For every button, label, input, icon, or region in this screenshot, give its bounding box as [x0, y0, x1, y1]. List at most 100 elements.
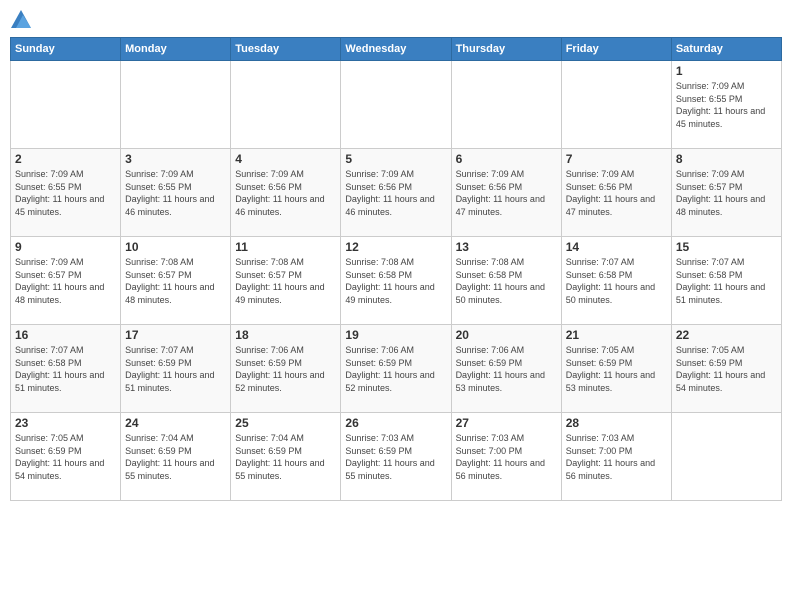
day-number: 6 — [456, 152, 557, 166]
day-number: 11 — [235, 240, 336, 254]
day-number: 24 — [125, 416, 226, 430]
day-number: 4 — [235, 152, 336, 166]
calendar-week-row: 2 Sunrise: 7:09 AMSunset: 6:55 PMDaylight… — [11, 149, 782, 237]
calendar-cell: 26Sunrise: 7:03 AMSunset: 6:59 PMDayligh… — [341, 413, 451, 501]
day-info: Sunrise: 7:07 AMSunset: 6:58 PMDaylight:… — [566, 256, 667, 306]
calendar-cell: 11 Sunrise: 7:08 AMSunset: 6:57 PMDayligh… — [231, 237, 341, 325]
day-number: 17 — [125, 328, 226, 342]
calendar-cell: 12Sunrise: 7:08 AMSunset: 6:58 PMDayligh… — [341, 237, 451, 325]
calendar-cell: 3 Sunrise: 7:09 AMSunset: 6:55 PMDaylight… — [121, 149, 231, 237]
day-info: Sunrise: 7:09 AMSunset: 6:56 PMDaylight:… — [566, 168, 667, 218]
calendar-cell — [231, 61, 341, 149]
calendar-week-row: 16 Sunrise: 7:07 AMSunset: 6:58 PMDayligh… — [11, 325, 782, 413]
calendar-cell — [671, 413, 781, 501]
day-number: 20 — [456, 328, 557, 342]
page-header — [10, 10, 782, 29]
calendar-cell: 14 Sunrise: 7:07 AMSunset: 6:58 PMDayligh… — [561, 237, 671, 325]
day-info: Sunrise: 7:06 AMSunset: 6:59 PMDaylight:… — [235, 344, 336, 394]
day-number: 13 — [456, 240, 557, 254]
day-info: Sunrise: 7:09 AMSunset: 6:56 PMDaylight:… — [235, 168, 336, 218]
day-info: Sunrise: 7:09 AMSunset: 6:55 PMDaylight:… — [676, 80, 777, 130]
weekday-header: Tuesday — [231, 38, 341, 61]
day-info: Sunrise: 7:04 AMSunset: 6:59 PMDaylight:… — [235, 432, 336, 482]
day-info: Sunrise: 7:03 AMSunset: 7:00 PMDaylight:… — [566, 432, 667, 482]
day-number: 14 — [566, 240, 667, 254]
day-number: 22 — [676, 328, 777, 342]
day-number: 1 — [676, 64, 777, 78]
calendar-cell — [121, 61, 231, 149]
day-info: Sunrise: 7:08 AMSunset: 6:58 PMDaylight:… — [456, 256, 557, 306]
weekday-header: Thursday — [451, 38, 561, 61]
calendar-cell: 23 Sunrise: 7:05 AMSunset: 6:59 PMDayligh… — [11, 413, 121, 501]
day-info: Sunrise: 7:06 AMSunset: 6:59 PMDaylight:… — [456, 344, 557, 394]
day-info: Sunrise: 7:04 AMSunset: 6:59 PMDaylight:… — [125, 432, 226, 482]
day-info: Sunrise: 7:08 AMSunset: 6:57 PMDaylight:… — [235, 256, 336, 306]
logo — [10, 10, 31, 29]
logo-icon — [11, 10, 31, 28]
day-number: 15 — [676, 240, 777, 254]
day-number: 25 — [235, 416, 336, 430]
day-info: Sunrise: 7:07 AMSunset: 6:58 PMDaylight:… — [676, 256, 777, 306]
calendar-cell: 1 Sunrise: 7:09 AMSunset: 6:55 PMDaylight… — [671, 61, 781, 149]
day-info: Sunrise: 7:03 AMSunset: 7:00 PMDaylight:… — [456, 432, 557, 482]
weekday-header: Saturday — [671, 38, 781, 61]
weekday-header-row: SundayMondayTuesdayWednesdayThursdayFrid… — [11, 38, 782, 61]
weekday-header: Monday — [121, 38, 231, 61]
calendar-week-row: 23 Sunrise: 7:05 AMSunset: 6:59 PMDayligh… — [11, 413, 782, 501]
day-info: Sunrise: 7:09 AMSunset: 6:55 PMDaylight:… — [15, 168, 116, 218]
calendar-cell: 22 Sunrise: 7:05 AMSunset: 6:59 PMDayligh… — [671, 325, 781, 413]
calendar-week-row: 1 Sunrise: 7:09 AMSunset: 6:55 PMDaylight… — [11, 61, 782, 149]
calendar-cell: 6 Sunrise: 7:09 AMSunset: 6:56 PMDaylight… — [451, 149, 561, 237]
calendar-cell — [11, 61, 121, 149]
day-number: 23 — [15, 416, 116, 430]
calendar-cell: 28 Sunrise: 7:03 AMSunset: 7:00 PMDayligh… — [561, 413, 671, 501]
day-number: 9 — [15, 240, 116, 254]
day-info: Sunrise: 7:05 AMSunset: 6:59 PMDaylight:… — [15, 432, 116, 482]
day-info: Sunrise: 7:05 AMSunset: 6:59 PMDaylight:… — [676, 344, 777, 394]
calendar-cell: 19 Sunrise: 7:06 AMSunset: 6:59 PMDayligh… — [341, 325, 451, 413]
day-number: 3 — [125, 152, 226, 166]
calendar-cell: 13 Sunrise: 7:08 AMSunset: 6:58 PMDayligh… — [451, 237, 561, 325]
day-number: 7 — [566, 152, 667, 166]
calendar-cell: 18 Sunrise: 7:06 AMSunset: 6:59 PMDayligh… — [231, 325, 341, 413]
day-info: Sunrise: 7:07 AMSunset: 6:59 PMDaylight:… — [125, 344, 226, 394]
day-number: 21 — [566, 328, 667, 342]
calendar-cell: 27 Sunrise: 7:03 AMSunset: 7:00 PMDayligh… — [451, 413, 561, 501]
day-info: Sunrise: 7:09 AMSunset: 6:55 PMDaylight:… — [125, 168, 226, 218]
calendar-cell: 21 Sunrise: 7:05 AMSunset: 6:59 PMDayligh… — [561, 325, 671, 413]
day-number: 19 — [345, 328, 446, 342]
day-info: Sunrise: 7:07 AMSunset: 6:58 PMDaylight:… — [15, 344, 116, 394]
day-info: Sunrise: 7:08 AMSunset: 6:57 PMDaylight:… — [125, 256, 226, 306]
calendar-cell: 10 Sunrise: 7:08 AMSunset: 6:57 PMDayligh… — [121, 237, 231, 325]
weekday-header: Wednesday — [341, 38, 451, 61]
calendar-cell: 15 Sunrise: 7:07 AMSunset: 6:58 PMDayligh… — [671, 237, 781, 325]
day-info: Sunrise: 7:09 AMSunset: 6:57 PMDaylight:… — [676, 168, 777, 218]
day-number: 2 — [15, 152, 116, 166]
calendar-week-row: 9Sunrise: 7:09 AMSunset: 6:57 PMDaylight… — [11, 237, 782, 325]
calendar-cell: 4 Sunrise: 7:09 AMSunset: 6:56 PMDaylight… — [231, 149, 341, 237]
day-number: 10 — [125, 240, 226, 254]
calendar-cell: 17 Sunrise: 7:07 AMSunset: 6:59 PMDayligh… — [121, 325, 231, 413]
day-number: 5 — [345, 152, 446, 166]
calendar-cell — [451, 61, 561, 149]
day-number: 28 — [566, 416, 667, 430]
day-info: Sunrise: 7:05 AMSunset: 6:59 PMDaylight:… — [566, 344, 667, 394]
day-info: Sunrise: 7:06 AMSunset: 6:59 PMDaylight:… — [345, 344, 446, 394]
day-number: 8 — [676, 152, 777, 166]
calendar-cell: 5Sunrise: 7:09 AMSunset: 6:56 PMDaylight… — [341, 149, 451, 237]
calendar-cell: 20 Sunrise: 7:06 AMSunset: 6:59 PMDayligh… — [451, 325, 561, 413]
calendar-cell: 8 Sunrise: 7:09 AMSunset: 6:57 PMDaylight… — [671, 149, 781, 237]
weekday-header: Friday — [561, 38, 671, 61]
weekday-header: Sunday — [11, 38, 121, 61]
day-number: 16 — [15, 328, 116, 342]
day-info: Sunrise: 7:09 AMSunset: 6:56 PMDaylight:… — [456, 168, 557, 218]
day-number: 27 — [456, 416, 557, 430]
day-number: 18 — [235, 328, 336, 342]
day-info: Sunrise: 7:08 AMSunset: 6:58 PMDaylight:… — [345, 256, 446, 306]
calendar-cell: 7 Sunrise: 7:09 AMSunset: 6:56 PMDaylight… — [561, 149, 671, 237]
calendar-cell: 16 Sunrise: 7:07 AMSunset: 6:58 PMDayligh… — [11, 325, 121, 413]
day-info: Sunrise: 7:03 AMSunset: 6:59 PMDaylight:… — [345, 432, 446, 482]
calendar-table: SundayMondayTuesdayWednesdayThursdayFrid… — [10, 37, 782, 501]
calendar-cell: 2 Sunrise: 7:09 AMSunset: 6:55 PMDaylight… — [11, 149, 121, 237]
calendar-cell: 24 Sunrise: 7:04 AMSunset: 6:59 PMDayligh… — [121, 413, 231, 501]
